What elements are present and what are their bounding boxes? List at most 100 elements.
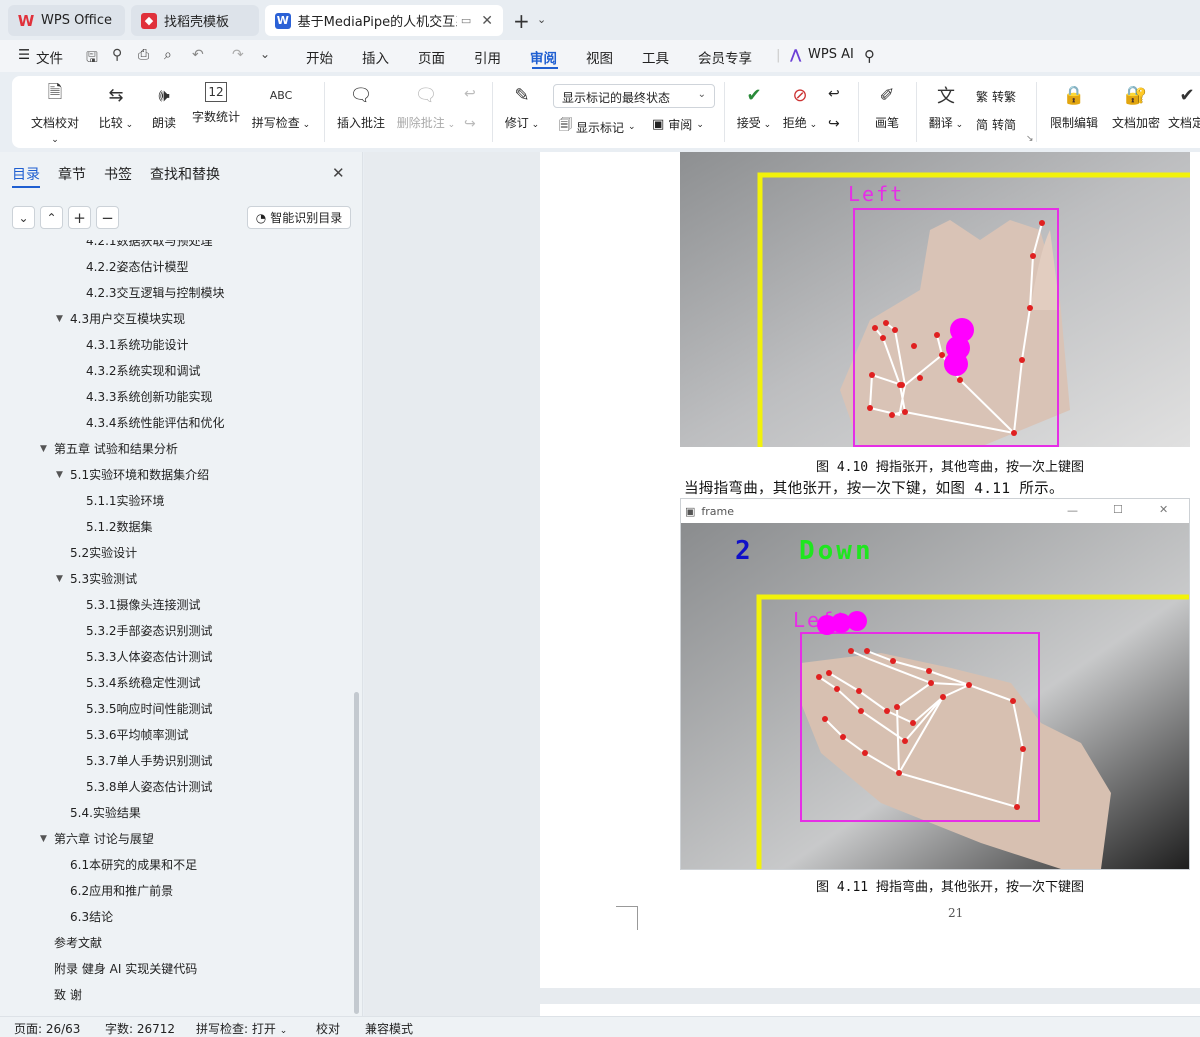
remove-heading-button[interactable]: − — [96, 206, 119, 229]
menu-file[interactable]: 文件 — [36, 47, 63, 67]
doc-encrypt-button[interactable]: 🔐 文档加密 — [1108, 82, 1164, 131]
toc-item[interactable]: 4.2.1数据获取与预处理 — [72, 240, 213, 249]
toc-item[interactable]: 4.3.3系统创新功能实现 — [72, 388, 213, 405]
tab-wps-office[interactable]: W WPS Office — [8, 5, 125, 36]
toc-item[interactable]: 4.3.4系统性能评估和优化 — [72, 414, 225, 431]
toc-item[interactable]: 6.2应用和推广前景 — [56, 882, 173, 899]
undo-icon[interactable]: ↶ — [192, 47, 204, 63]
toc-item[interactable]: ▼ 5.1实验环境和数据集介绍 — [56, 466, 209, 483]
toc-item[interactable]: 6.1本研究的成果和不足 — [56, 856, 197, 873]
expand-triangle-icon[interactable]: ▼ — [40, 834, 54, 844]
doc-finalize-button[interactable]: ✔ 文档定 — [1168, 82, 1200, 131]
pen-button[interactable]: ✐ 画笔 — [870, 82, 904, 131]
menu-insert[interactable]: 插入 — [362, 47, 389, 67]
new-tab-button[interactable]: + — [513, 9, 530, 33]
expand-triangle-icon[interactable]: ▼ — [56, 574, 70, 584]
print-icon[interactable]: ⎙ — [138, 47, 149, 63]
toc-item[interactable]: 5.4.实验结果 — [56, 804, 141, 821]
next-comment-icon[interactable]: ↪ — [464, 116, 476, 132]
toc-item[interactable]: 5.3.1摄像头连接测试 — [72, 596, 201, 613]
toc-item[interactable]: 5.1.1实验环境 — [72, 492, 165, 509]
reject-button[interactable]: ⊘ 拒绝 ⌄ — [780, 82, 820, 131]
toc-item[interactable]: 致 谢 — [40, 986, 82, 1003]
toc-item[interactable]: ▼ 第六章 讨论与展望 — [40, 830, 154, 847]
tab-toc[interactable]: 目录 — [12, 164, 40, 184]
toc-item[interactable]: 附录 健身 AI 实现关键代码 — [40, 960, 197, 977]
tab-list-chevron-icon[interactable]: ⌄ — [537, 13, 546, 26]
toc-item[interactable]: 6.3结论 — [56, 908, 113, 925]
toc-item[interactable]: 5.3.2手部姿态识别测试 — [72, 622, 213, 639]
review-pane-button[interactable]: ▣ 审阅 ⌄ — [652, 116, 704, 133]
close-pane-icon[interactable]: ✕ — [332, 164, 345, 182]
translate-button[interactable]: 文 翻译 ⌄ — [926, 82, 966, 131]
tab-find-replace[interactable]: 查找和替换 — [150, 164, 220, 184]
menu-reference[interactable]: 引用 — [474, 47, 501, 67]
ribbon-expand-icon[interactable]: ↘ — [1026, 134, 1034, 144]
hamburger-icon[interactable]: ☰ — [18, 47, 30, 63]
toc-item[interactable]: ▼ 4.3用户交互模块实现 — [56, 310, 185, 327]
menu-wps-ai[interactable]: WPS AI — [808, 47, 854, 62]
show-markup-button[interactable]: 🗐 显示标记 ⌄ — [559, 116, 636, 138]
spell-check-status[interactable]: 拼写检查: 打开 ⌄ — [196, 1020, 287, 1037]
document-page[interactable]: Left 图 4.10 拇指张开，其他弯曲，按一次上键图 当拇指弯曲，其他张开，… — [540, 152, 1200, 988]
next-page[interactable] — [540, 1004, 1200, 1016]
read-aloud-button[interactable]: 🕪 朗读 — [148, 82, 180, 131]
toc-item[interactable]: 5.2实验设计 — [56, 544, 137, 561]
menu-tools[interactable]: 工具 — [642, 47, 669, 67]
toc-item[interactable]: 5.1.2数据集 — [72, 518, 153, 535]
collapse-down-button[interactable]: ⌄ — [12, 206, 35, 229]
toc-item[interactable]: 4.3.1系统功能设计 — [72, 336, 189, 353]
revise-button[interactable]: ✎ 修订 ⌄ — [502, 82, 542, 131]
next-revision-icon[interactable]: ↪ — [828, 116, 840, 132]
toc-item[interactable]: 5.3.7单人手势识别测试 — [72, 752, 213, 769]
toc-item[interactable]: 5.3.4系统稳定性测试 — [72, 674, 201, 691]
toc-scrollbar[interactable] — [354, 692, 359, 1014]
tab-chapters[interactable]: 章节 — [58, 164, 86, 184]
proofread-button[interactable]: 🗎 文档校对 ⌄ — [28, 82, 82, 145]
word-count-button[interactable]: 12 字数统计 — [190, 82, 242, 125]
menu-view[interactable]: 视图 — [586, 47, 613, 67]
toc-item[interactable]: 5.3.3人体姿态估计测试 — [72, 648, 213, 665]
toc-item[interactable]: 5.3.5响应时间性能测试 — [72, 700, 213, 717]
expand-triangle-icon[interactable]: ▼ — [56, 470, 70, 480]
expand-triangle-icon[interactable]: ▼ — [40, 444, 54, 454]
toc-item[interactable]: ▼ 5.3实验测试 — [56, 570, 137, 587]
smart-toc-button[interactable]: ◔ 智能识别目录 — [247, 206, 351, 229]
menu-page[interactable]: 页面 — [418, 47, 445, 67]
toc-item[interactable]: 4.2.2姿态估计模型 — [72, 258, 189, 275]
word-count-indicator[interactable]: 字数: 26712 — [105, 1020, 175, 1037]
tab-bookmarks[interactable]: 书签 — [104, 164, 132, 184]
expand-triangle-icon[interactable]: ▼ — [56, 314, 70, 324]
save-icon[interactable]: 🖫 — [86, 47, 98, 71]
toc-item[interactable]: 5.3.8单人姿态估计测试 — [72, 778, 213, 795]
insert-comment-button[interactable]: 🗨 插入批注 — [334, 82, 388, 131]
add-heading-button[interactable]: + — [68, 206, 91, 229]
search-icon[interactable]: ⚲ — [864, 47, 875, 65]
prev-revision-icon[interactable]: ↩ — [828, 86, 840, 102]
collapse-up-button[interactable]: ⌃ — [40, 206, 63, 229]
print-preview-icon[interactable]: ⌕ — [164, 47, 172, 63]
menu-member[interactable]: 会员专享 — [698, 47, 752, 67]
share-icon[interactable]: ⚲ — [112, 47, 122, 63]
restrict-edit-button[interactable]: 🔒 限制编辑 — [1046, 82, 1102, 131]
accept-button[interactable]: ✔ 接受 ⌄ — [734, 82, 774, 131]
quick-access-chevron-icon[interactable]: ⌄ — [260, 47, 270, 61]
tab-document[interactable]: W 基于MediaPipe的人机交互系 ▭ ✕ — [265, 5, 503, 36]
close-tab-icon[interactable]: ✕ — [481, 13, 493, 29]
page-indicator[interactable]: 页面: 26/63 — [14, 1020, 80, 1037]
proof-status[interactable]: 校对 — [316, 1020, 340, 1037]
to-traditional-button[interactable]: 繁 转繁 — [976, 88, 1016, 105]
toc-item[interactable]: 5.3.6平均帧率测试 — [72, 726, 189, 743]
menu-start[interactable]: 开始 — [306, 47, 333, 67]
delete-comment-button[interactable]: 🗨 删除批注 ⌄ — [396, 82, 456, 131]
toc-item[interactable]: 4.2.3交互逻辑与控制模块 — [72, 284, 225, 301]
markup-state-select[interactable]: 显示标记的最终状态 ⌄ — [553, 84, 715, 108]
redo-icon[interactable]: ↷ — [232, 47, 244, 63]
toc-item[interactable]: 4.3.2系统实现和调试 — [72, 362, 201, 379]
compare-button[interactable]: ⇆ 比较 ⌄ — [96, 82, 136, 131]
toc-item[interactable]: ▼ 第五章 试验和结果分析 — [40, 440, 178, 457]
tab-template[interactable]: ◆ 找稻壳模板 — [131, 5, 259, 36]
to-simplified-button[interactable]: 简 转简 — [976, 116, 1016, 133]
menu-review[interactable]: 审阅 — [530, 47, 557, 67]
toc-item[interactable]: 参考文献 — [40, 934, 102, 951]
